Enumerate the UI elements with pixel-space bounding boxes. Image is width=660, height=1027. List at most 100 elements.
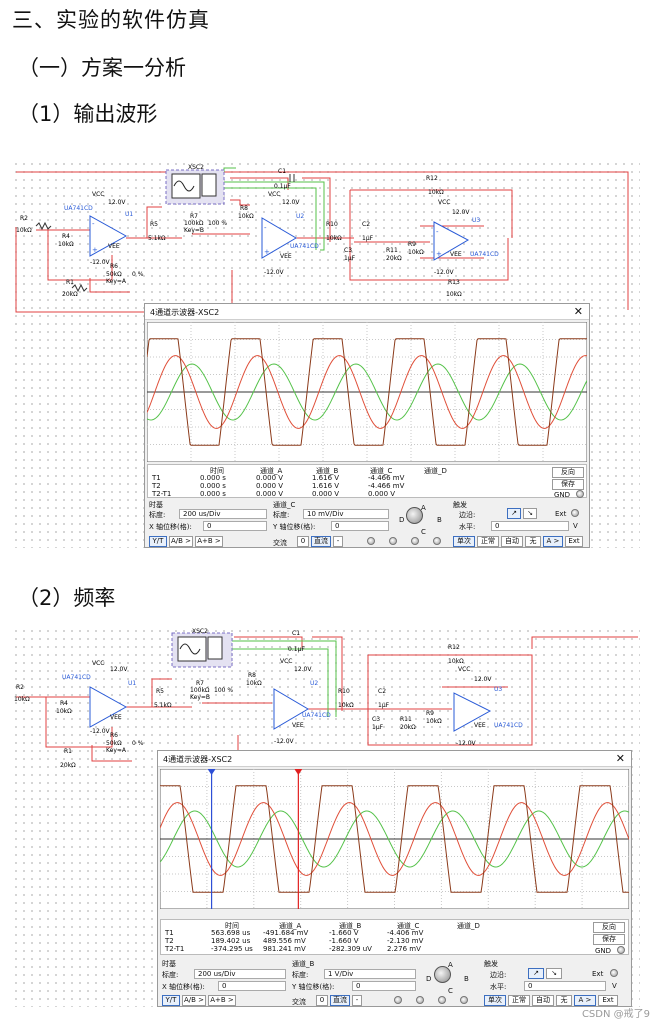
c1-label: C1 [278, 168, 286, 175]
knob-d-label: D [399, 516, 405, 524]
u1-vee: VEE [108, 243, 120, 250]
gnd-radio-2[interactable] [617, 946, 625, 954]
close-icon[interactable]: ✕ [574, 305, 583, 318]
trigger-level-field-2[interactable]: 0 [524, 981, 606, 991]
r8-label-2: R8 [248, 672, 256, 679]
measurement-value: -4.466 mV [368, 474, 405, 482]
r1-label: R1 [66, 279, 74, 286]
apb-button[interactable]: A+B > [195, 536, 223, 547]
yt-button-2[interactable]: Y/T [162, 995, 180, 1006]
none-button-2[interactable]: 无 [556, 995, 572, 1006]
falling-edge-icon[interactable]: ↘ [546, 968, 562, 979]
ab-button[interactable]: A/B > [169, 536, 193, 547]
rising-edge-icon[interactable]: ↗ [528, 968, 544, 979]
source-a-button[interactable]: A > [543, 536, 563, 547]
y-offset-field-2[interactable]: 0 [352, 981, 416, 991]
measurement-value: 0.000 V [368, 490, 396, 498]
x-offset-label-2: X 轴位移(格): [162, 983, 205, 991]
cursor-row-label[interactable]: T2-T1 [152, 490, 171, 498]
minus-button[interactable]: - [333, 536, 343, 547]
measurement-value: 1.616 V [312, 482, 340, 490]
channel-radio-2[interactable] [389, 537, 397, 545]
measurement-value: 489.556 mV [263, 937, 306, 945]
normal-button[interactable]: 正常 [477, 536, 499, 547]
measurement-value: -282.309 uV [329, 945, 372, 953]
none-button[interactable]: 无 [525, 536, 541, 547]
y-offset-label: Y 轴位移(格): [273, 523, 316, 531]
r2-label-2: R2 [16, 684, 24, 691]
zero-button[interactable]: 0 [297, 536, 309, 547]
timebase-scale-field-2[interactable]: 200 us/Div [194, 969, 286, 979]
u3-model-2: UA741CD [494, 722, 523, 729]
r13-value: 10kΩ [446, 291, 462, 298]
cursor-row-label[interactable]: T1 [165, 929, 174, 937]
ext-radio-2[interactable] [610, 969, 618, 977]
channel-radio-3[interactable] [411, 537, 419, 545]
c1-value: 0.1µF [274, 183, 291, 190]
reverse-button[interactable]: 反向 [552, 467, 584, 478]
cursor-row-label[interactable]: T1 [152, 474, 161, 482]
r11-value: 20kΩ [386, 255, 402, 262]
r2-label: R2 [20, 215, 28, 222]
x-offset-field-2[interactable]: 0 [218, 981, 286, 991]
r10-label: R10 [326, 221, 338, 228]
channel-radio-1-2[interactable] [394, 996, 402, 1004]
output-waveform-heading: （1）输出波形 [18, 102, 158, 126]
save-button[interactable]: 保存 [552, 479, 584, 490]
channel-radio-4[interactable] [433, 537, 441, 545]
ab-button-2[interactable]: A/B > [182, 995, 206, 1006]
c2-value-2: 1µF [378, 702, 390, 709]
close-icon[interactable]: ✕ [616, 752, 625, 765]
apb-button-2[interactable]: A+B > [208, 995, 236, 1006]
auto-button-2[interactable]: 自动 [532, 995, 554, 1006]
r8-value: 10kΩ [238, 213, 254, 220]
falling-edge-icon[interactable]: ↘ [523, 508, 537, 519]
r10-label-2: R10 [338, 688, 350, 695]
r7-percent-2: 100 % [214, 687, 233, 694]
y-offset-field[interactable]: 0 [331, 521, 389, 531]
ext-trigger-button[interactable]: Ext [565, 536, 583, 547]
oscilloscope-titlebar-2[interactable]: 4通道示波器-XSC2 ✕ [158, 751, 631, 767]
measurement-panel-2: 时间 通道_A 通道_B 通道_C 通道_D T1 563.698 us -491.… [160, 919, 629, 955]
minus-button-2[interactable]: - [352, 995, 362, 1006]
channel-scale-field-2[interactable]: 1 V/Div [324, 969, 416, 979]
channel-radio-2-2[interactable] [416, 996, 424, 1004]
cursor-row-label[interactable]: T2-T1 [165, 945, 184, 953]
channel-radio-4-2[interactable] [460, 996, 468, 1004]
channel-radio-3-2[interactable] [438, 996, 446, 1004]
r7-label-2: R7 [196, 680, 204, 687]
oscilloscope-titlebar[interactable]: 4通道示波器-XSC2 ✕ [145, 304, 589, 320]
measurement-panel: 时间 通道_A 通道_B 通道_C 通道_D T1 0.000 s 0.000 V1… [147, 464, 587, 499]
auto-button[interactable]: 自动 [501, 536, 523, 547]
normal-button-2[interactable]: 正常 [508, 995, 530, 1006]
save-button-2[interactable]: 保存 [593, 934, 625, 945]
cursor-row-label[interactable]: T2 [152, 482, 161, 490]
oscilloscope-window[interactable]: 4通道示波器-XSC2 ✕ 时间 通道_A 通道_B 通道_C 通道_D T1 0… [144, 303, 590, 548]
trigger-level-field[interactable]: 0 [491, 521, 569, 531]
single-button-2[interactable]: 单次 [484, 995, 506, 1006]
single-button[interactable]: 单次 [453, 536, 475, 547]
rising-edge-icon[interactable]: ↗ [507, 508, 521, 519]
volt-unit-2: V [612, 982, 617, 990]
zero-button-2[interactable]: 0 [316, 995, 328, 1006]
ext-radio[interactable] [571, 509, 579, 517]
u2-v12n: -12.0V [264, 269, 285, 276]
section-heading: 三、实验的软件仿真 [12, 8, 210, 32]
dc-button-2[interactable]: 直流 [330, 995, 350, 1006]
channel-scale-field[interactable]: 10 mV/Div [303, 509, 389, 519]
dc-button[interactable]: 直流 [311, 536, 331, 547]
channel-radio-1[interactable] [367, 537, 375, 545]
yt-button[interactable]: Y/T [149, 536, 167, 547]
r2-value: 10kΩ [16, 227, 32, 234]
u2-vee: VEE [280, 253, 292, 260]
x-offset-field[interactable]: 0 [203, 521, 267, 531]
reverse-button-2[interactable]: 反向 [593, 922, 625, 933]
gnd-radio[interactable] [576, 490, 584, 498]
oscilloscope-window-2[interactable]: 4通道示波器-XSC2 ✕ 时间 通道_A 通道_B 通道_C 通道_D T1 5… [157, 750, 632, 1007]
measurement-value: 2.276 mV [387, 945, 421, 953]
r1-label-2: R1 [64, 748, 72, 755]
r6-value: 50kΩ [106, 271, 122, 278]
timebase-scale-field[interactable]: 200 us/Div [179, 509, 267, 519]
oscilloscope-screen-2 [160, 769, 629, 909]
cursor-row-label[interactable]: T2 [165, 937, 174, 945]
